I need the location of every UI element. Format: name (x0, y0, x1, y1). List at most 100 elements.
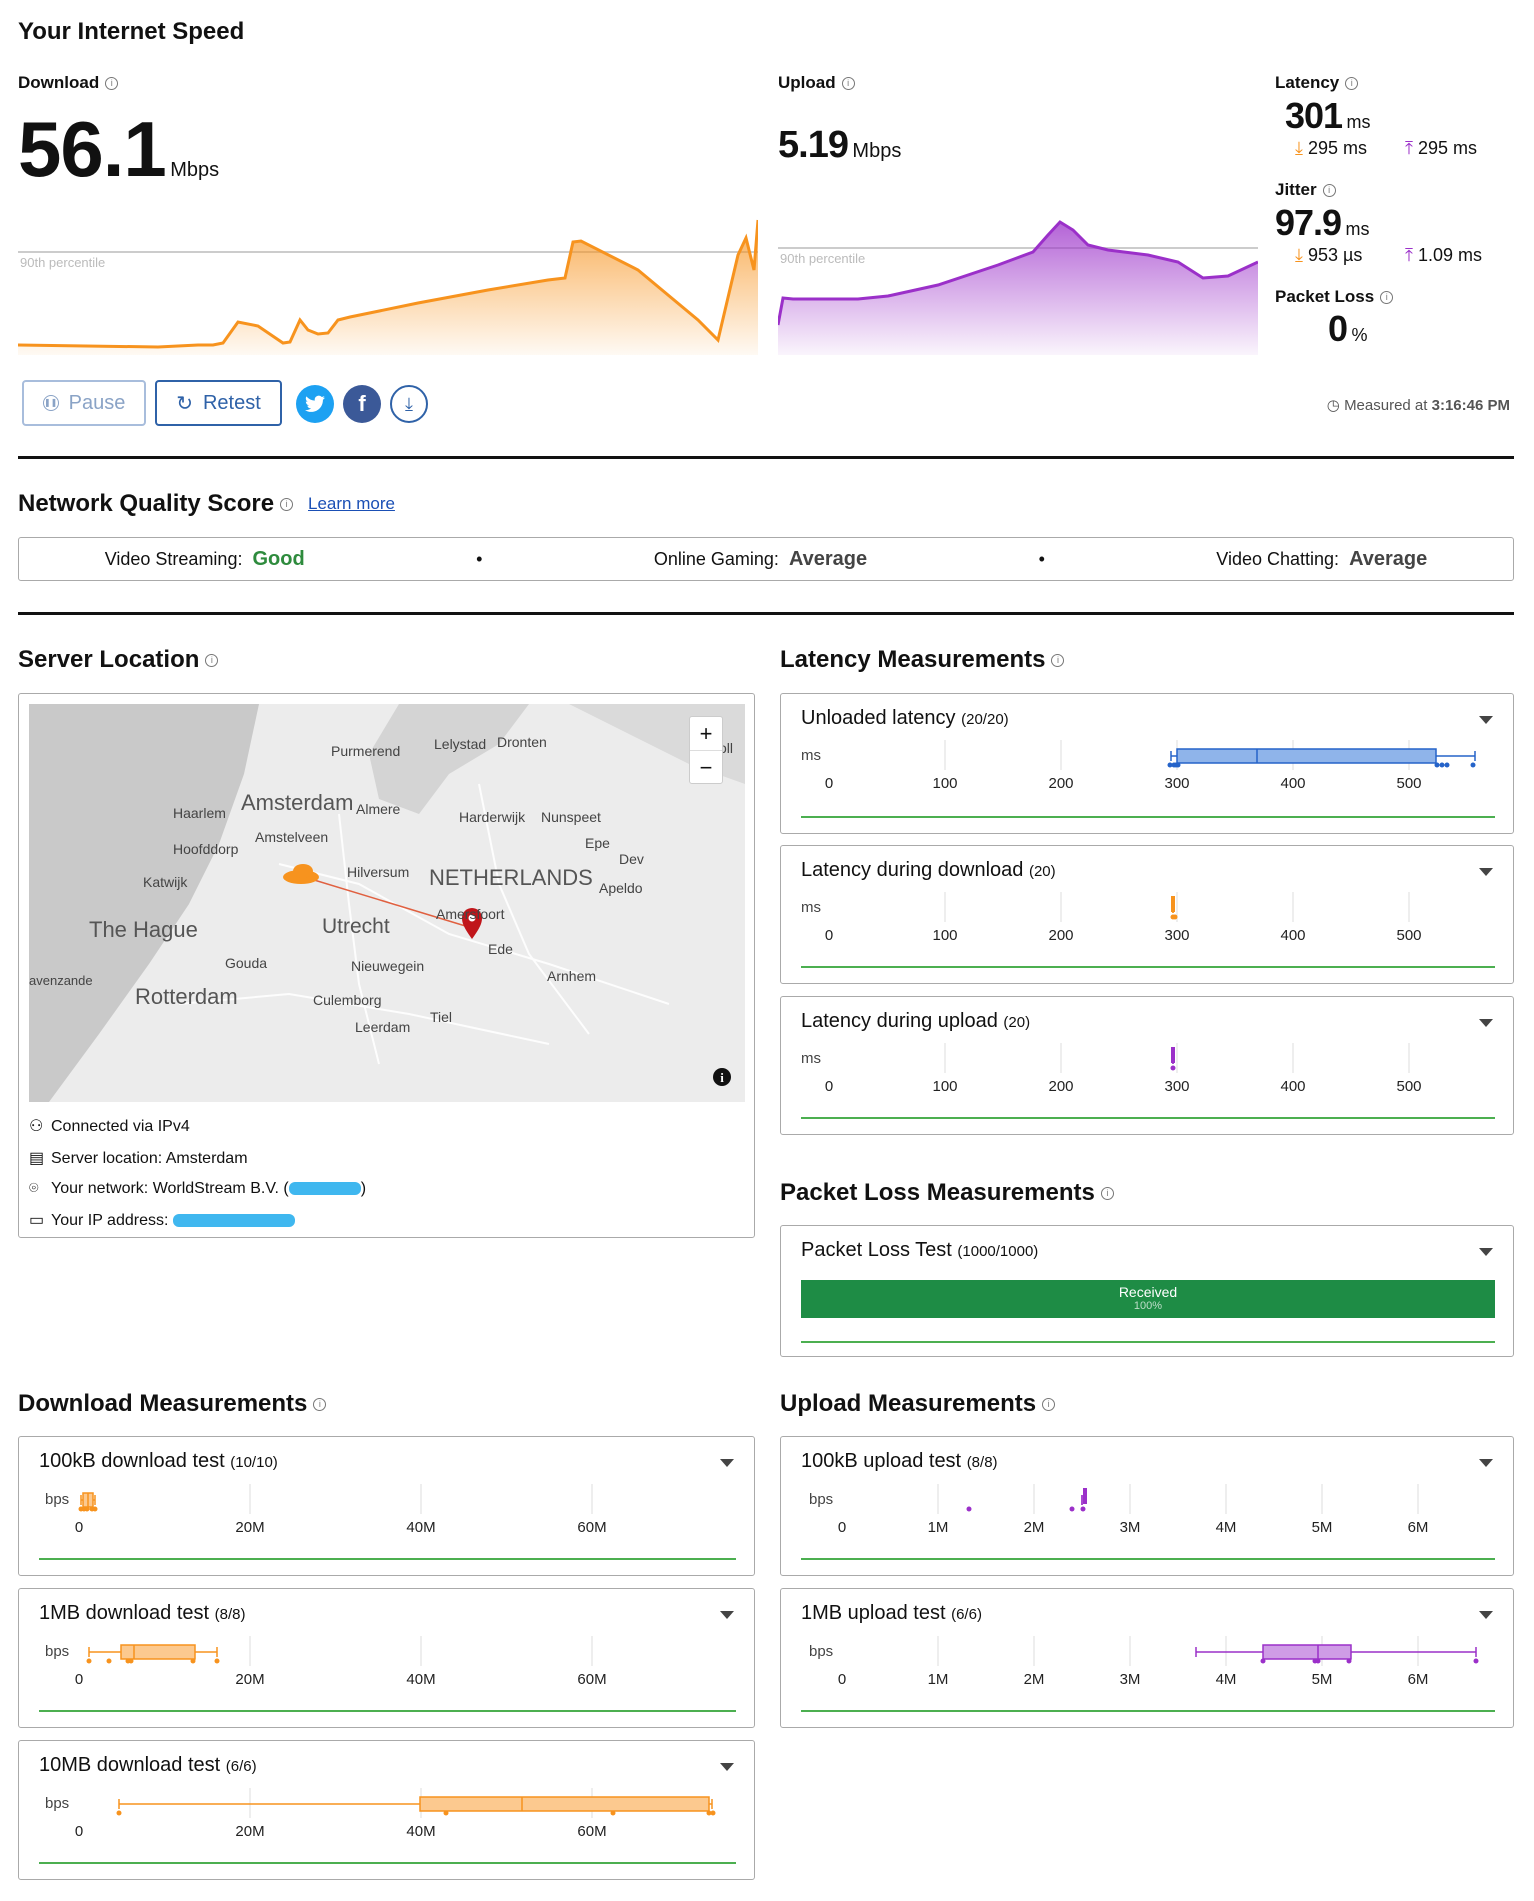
tick-label: 60M (577, 1671, 606, 1688)
tick-label: 60M (577, 1823, 606, 1840)
info-icon[interactable]: i (205, 654, 219, 668)
bullet: • (1038, 548, 1045, 569)
box (419, 1796, 710, 1812)
download-results-button[interactable]: ⤓ (390, 385, 428, 423)
info-icon[interactable]: i (1380, 291, 1394, 305)
info-icon[interactable]: i (1322, 184, 1336, 198)
download-card-0[interactable]: 100kB download test (10/10) bps 0 20M 40M 6… (18, 1436, 755, 1576)
latency-value: 301 (1285, 95, 1343, 136)
tick-label: 5M (1312, 1519, 1333, 1536)
upload-card-0[interactable]: 100kB upload test (8/8) bps 0 1M 2M 3M 4M 5M 6… (780, 1436, 1514, 1576)
nqs-video-chatting: Video Chatting: Average (1216, 547, 1428, 570)
box (1262, 1644, 1352, 1660)
packet-loss-readout: 0 % (1328, 308, 1368, 350)
map-zoom-control: + − (689, 716, 723, 784)
map-label: Rotterdam (135, 984, 238, 1009)
tick-label: 500 (1396, 775, 1421, 792)
card-status-line (39, 1710, 736, 1712)
info-icon[interactable]: i (1100, 1187, 1114, 1201)
data-point (1080, 1506, 1086, 1512)
map-label: Hoofddorp (173, 841, 239, 857)
pause-button[interactable]: ❚❚ Pause (22, 380, 146, 426)
packet-loss-unit: % (1351, 325, 1368, 345)
info-icon[interactable]: i (1042, 1398, 1056, 1412)
map-label: Harderwijk (459, 809, 526, 825)
learn-more-link[interactable]: Learn more (308, 494, 395, 514)
tick-label: 0 (75, 1671, 83, 1688)
map-label: The Hague (89, 917, 198, 942)
map-label: Nunspeet (541, 809, 601, 825)
upload-value: 5.19 (778, 124, 849, 166)
tick-label: 0 (825, 1078, 833, 1095)
info-icon[interactable]: i (313, 1398, 327, 1412)
data-point (128, 1658, 134, 1664)
upload-unit: Mbps (852, 140, 902, 162)
download-readout: 56.1 Mbps (18, 104, 219, 195)
box-plot: 0 100 200 300 400 500 (825, 892, 1422, 944)
tick-label: 5M (1312, 1671, 1333, 1688)
map-label: Purmerend (331, 743, 400, 759)
data-point (1069, 1506, 1075, 1512)
data-point (1470, 762, 1476, 768)
info-icon[interactable]: i (841, 77, 855, 91)
tick-label: 100 (932, 775, 957, 792)
download-measurements-title: Download Measurements i (18, 1390, 327, 1418)
box-plot: 0 100 200 300 400 500 (825, 740, 1476, 792)
info-icon[interactable]: i (280, 498, 294, 512)
chevron-down-icon[interactable] (1479, 1248, 1493, 1256)
card-status-line (801, 1710, 1495, 1712)
card-status-line (801, 816, 1495, 818)
download-area (18, 220, 758, 355)
download-arrow-icon: ⤓ (1295, 245, 1303, 265)
packet-loss-track: Received 100% (801, 1280, 1495, 1318)
tick-label: 40M (406, 1671, 435, 1688)
tick-label: 2M (1024, 1519, 1045, 1536)
data-point (92, 1506, 98, 1512)
map-info-icon[interactable]: i (713, 1068, 731, 1086)
latency-card-1[interactable]: Latency during download (20) ms 0 100 200 3… (780, 845, 1514, 984)
map-label: NETHERLANDS (429, 865, 593, 890)
packet-loss-card[interactable]: Packet Loss Test (1000/1000) Received 10… (780, 1225, 1514, 1357)
info-icon[interactable]: i (105, 77, 119, 91)
data-point (1473, 1658, 1479, 1664)
tick-label: 40M (406, 1823, 435, 1840)
download-value: 56.1 (18, 105, 167, 193)
data-point (190, 1658, 196, 1664)
tick-label: 100 (932, 1078, 957, 1095)
upload-label: Upload i (778, 73, 855, 93)
jitter-readout: 97.9 ms (1275, 202, 1370, 244)
redacted-asn[interactable] (288, 1182, 361, 1196)
zoom-in-button[interactable]: + (690, 717, 722, 751)
latency-up: ⤒ 295 ms (1405, 138, 1478, 158)
twitter-share-button[interactable] (296, 385, 334, 423)
latency-card-0[interactable]: Unloaded latency (20/20) ms 0 100 200 300 40… (780, 693, 1514, 834)
your-network-row: ⌾ Your network: WorldStream B.V. () (29, 1180, 367, 1197)
tick-label: 2M (1024, 1671, 1045, 1688)
download-card-2[interactable]: 10MB download test (6/6) bps 0 20M 40M 60M (18, 1740, 755, 1880)
tick-label: 20M (235, 1671, 264, 1688)
data-point (1175, 762, 1181, 768)
facebook-share-button[interactable]: f (343, 385, 381, 423)
facebook-icon: f (358, 391, 366, 416)
data-point (86, 1658, 92, 1664)
percentile-label: 90th percentile (20, 255, 105, 270)
pause-icon: ❚❚ (42, 395, 59, 411)
retest-button[interactable]: ↻ Retest (155, 380, 282, 426)
server-map[interactable]: Purmerend Lelystad Dronten Haarlem Amsterdam… (29, 704, 745, 1102)
tick-label: 4M (1216, 1519, 1237, 1536)
upload-area (778, 222, 1258, 355)
download-card-1[interactable]: 1MB download test (8/8) bps 0 20M 40M 60M (18, 1588, 755, 1728)
map-label: Amersfoort (436, 906, 505, 922)
box-plot: 0 20M 40M 60M (75, 1484, 607, 1536)
info-icon[interactable]: i (1051, 654, 1065, 668)
zoom-out-button[interactable]: − (690, 751, 722, 784)
latency-card-2[interactable]: Latency during upload (20) ms 0 100 200 300… (780, 996, 1514, 1135)
tick-label: 300 (1164, 1078, 1189, 1095)
measured-at: ◷ Measured at 3:16:46 PM (1326, 397, 1510, 414)
upload-card-1[interactable]: 1MB upload test (6/6) bps 0 1M 2M 3M 4M 5M 6M (780, 1588, 1514, 1728)
info-icon[interactable]: i (1345, 77, 1359, 91)
data-point (966, 1506, 972, 1512)
tick-label: 500 (1396, 1078, 1421, 1095)
redacted-ip[interactable] (172, 1214, 295, 1228)
tick-label: 500 (1396, 927, 1421, 944)
